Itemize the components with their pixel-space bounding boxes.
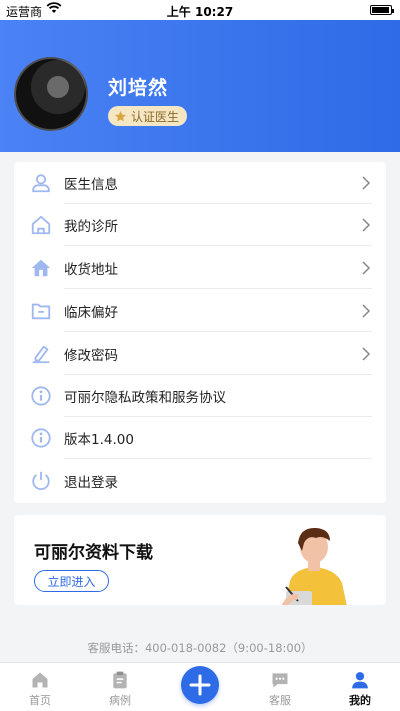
clinic-icon [31, 215, 51, 235]
edit-icon [32, 345, 50, 364]
user-icon [32, 174, 50, 193]
reading-person-illustration [281, 527, 347, 605]
menu-item-label: 版本1.4.00 [64, 432, 134, 448]
tab-label: 首页 [29, 694, 51, 707]
customer-service-phone: 客服电话：400-018-0082（9:00-18:00） [87, 641, 313, 655]
add-button[interactable] [181, 666, 219, 704]
chevron-right-icon [362, 347, 371, 361]
chevron-right-icon [362, 304, 371, 318]
badge-label: 认证医生 [131, 109, 180, 124]
home-icon [31, 259, 51, 277]
banner-title: 可丽尔资料下载 [34, 543, 153, 563]
tab-cases[interactable]: 病例 [90, 663, 150, 711]
menu-item-label: 临床偏好 [64, 305, 118, 321]
case-tab-icon [113, 671, 127, 689]
menu-item-shipping-address[interactable]: 收货地址 [14, 247, 386, 289]
tab-mine[interactable]: 我的 [330, 663, 390, 711]
menu-item-label: 退出登录 [64, 475, 118, 491]
tab-label: 客服 [269, 694, 291, 707]
home-tab-icon [32, 672, 48, 688]
doctor-name: 刘培然 [108, 77, 169, 99]
plus-icon [189, 674, 211, 696]
profile-tab-icon [352, 672, 368, 689]
menu-item-my-clinic[interactable]: 我的诊所 [14, 204, 386, 246]
menu-item-logout[interactable]: 退出登录 [14, 460, 386, 502]
settings-menu: 医生信息 我的诊所 收货地址 临床偏好 修改密码 可丽尔隐私政策和服务协议 版本… [14, 162, 386, 503]
menu-item-label: 修改密码 [64, 348, 118, 364]
info-icon [31, 386, 51, 406]
status-bar: 运营商 上午 10:27 [0, 0, 400, 20]
divider [64, 331, 372, 332]
folder-icon [31, 303, 51, 320]
power-icon [32, 471, 50, 490]
divider [64, 458, 372, 459]
enter-now-button[interactable]: 立即进入 [34, 570, 109, 592]
download-banner[interactable]: 可丽尔资料下载 立即进入 [14, 515, 386, 605]
clock: 上午 10:27 [166, 5, 234, 19]
chevron-right-icon [362, 218, 371, 232]
tab-label: 病例 [109, 694, 131, 707]
menu-item-privacy-policy[interactable]: 可丽尔隐私政策和服务协议 [14, 375, 386, 417]
menu-item-version[interactable]: 版本1.4.00 [14, 417, 386, 459]
menu-item-change-password[interactable]: 修改密码 [14, 333, 386, 375]
divider [64, 288, 372, 289]
divider [64, 245, 372, 246]
menu-item-label: 收货地址 [64, 262, 118, 278]
menu-item-doctor-info[interactable]: 医生信息 [14, 162, 386, 204]
chevron-right-icon [362, 176, 371, 190]
battery-icon [370, 5, 394, 15]
star-icon [115, 110, 126, 121]
tab-home[interactable]: 首页 [10, 663, 70, 711]
profile-header: 刘培然 认证医生 [0, 20, 400, 152]
tab-label: 我的 [349, 694, 371, 707]
chat-tab-icon [272, 673, 288, 688]
avatar[interactable] [14, 57, 88, 131]
menu-item-label: 我的诊所 [64, 219, 118, 235]
tab-customer-service[interactable]: 客服 [250, 663, 310, 711]
menu-item-label: 医生信息 [64, 177, 118, 193]
menu-item-label: 可丽尔隐私政策和服务协议 [64, 390, 226, 406]
chevron-right-icon [362, 261, 371, 275]
menu-item-clinical-preference[interactable]: 临床偏好 [14, 290, 386, 332]
info-icon [31, 428, 51, 448]
certified-badge: 认证医生 [108, 106, 188, 126]
